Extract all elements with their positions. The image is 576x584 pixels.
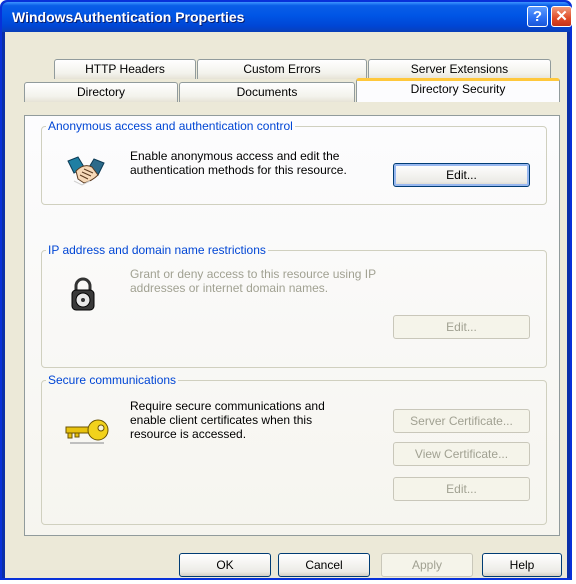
tab-directory[interactable]: Directory <box>24 82 178 102</box>
ip-restrictions-description: Grant or deny access to this resource us… <box>130 267 376 295</box>
ip-restrictions-group-title: IP address and domain name restrictions <box>48 243 266 257</box>
view-certificate-button[interactable]: View Certificate... <box>393 442 530 466</box>
ok-button[interactable]: OK <box>179 553 271 577</box>
tab-directory-security[interactable]: Directory Security <box>356 78 560 102</box>
server-certificate-button[interactable]: Server Certificate... <box>393 409 530 433</box>
ip-restrictions-group: IP address and domain name restrictions … <box>41 243 547 368</box>
anonymous-access-group-title: Anonymous access and authentication cont… <box>48 119 293 133</box>
help-title-button[interactable]: ? <box>527 6 548 27</box>
apply-button[interactable]: Apply <box>381 553 473 577</box>
anonymous-access-description: Enable anonymous access and edit the aut… <box>130 149 347 177</box>
tab-custom-errors[interactable]: Custom Errors <box>197 59 367 79</box>
padlock-icon <box>71 277 95 311</box>
directory-security-page: Anonymous access and authentication cont… <box>24 115 560 536</box>
handshake-icon <box>67 156 105 186</box>
ip-edit-button[interactable]: Edit... <box>393 315 530 339</box>
cancel-button[interactable]: Cancel <box>278 553 370 577</box>
anonymous-access-group: Anonymous access and authentication cont… <box>41 119 547 205</box>
dialog-client-area: HTTP Headers Custom Errors Server Extens… <box>5 32 567 578</box>
title-bar[interactable]: WindowsAuthentication Properties ? ✕ <box>2 2 572 32</box>
secure-edit-button[interactable]: Edit... <box>393 477 530 501</box>
secure-communications-group-title: Secure communications <box>48 373 177 387</box>
secure-communications-description: Require secure communications and enable… <box>130 399 325 441</box>
help-button[interactable]: Help <box>482 553 562 577</box>
secure-communications-group: Secure communications Require secure com… <box>41 373 547 525</box>
key-icon <box>65 419 109 444</box>
anonymous-edit-button[interactable]: Edit... <box>393 163 530 187</box>
tab-server-extensions[interactable]: Server Extensions <box>368 59 551 79</box>
close-button[interactable]: ✕ <box>551 6 572 27</box>
dialog-window: WindowsAuthentication Properties ? ✕ HTT… <box>0 0 572 580</box>
window-title: WindowsAuthentication Properties <box>12 9 245 25</box>
tab-http-headers[interactable]: HTTP Headers <box>54 59 196 79</box>
tab-documents[interactable]: Documents <box>179 82 355 102</box>
